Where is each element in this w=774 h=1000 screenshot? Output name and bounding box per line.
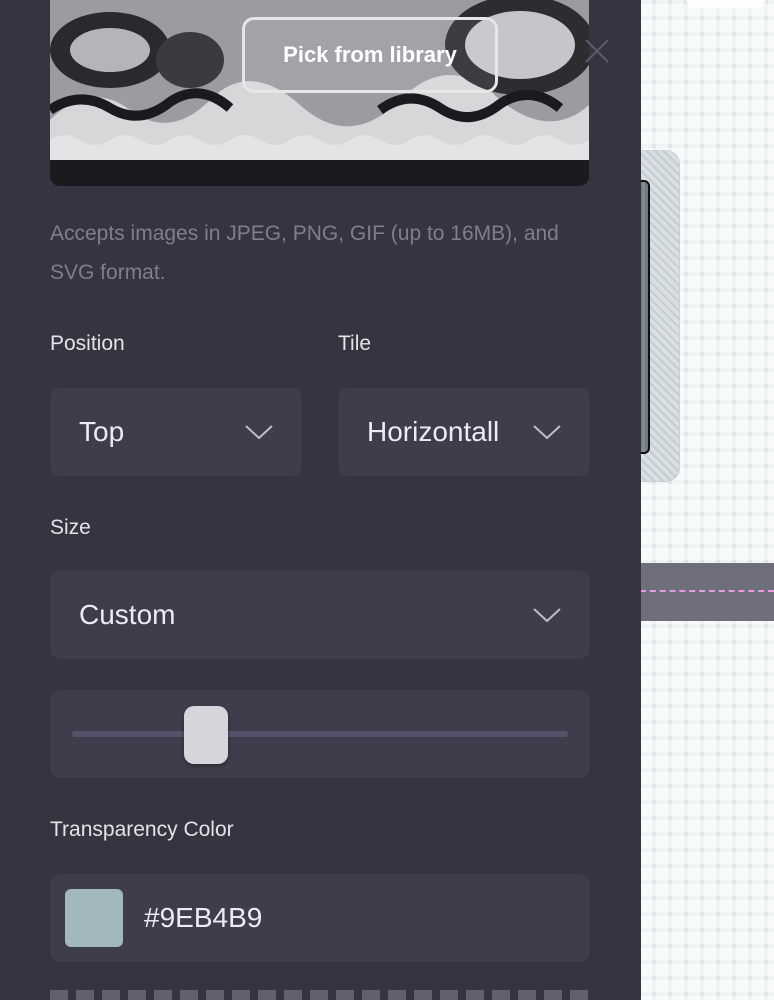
transparency-color-value[interactable]: #9EB4B9 [144, 874, 262, 962]
transparency-color-field[interactable]: #9EB4B9 [50, 874, 590, 962]
chevron-down-icon [533, 425, 561, 440]
tile-select-value: Horizontall [367, 416, 500, 447]
size-select-value: Custom [79, 599, 176, 630]
position-select-value: Top [79, 416, 125, 447]
transparency-color-label: Transparency Color [50, 818, 234, 841]
slider-thumb[interactable] [183, 706, 228, 764]
chevron-down-icon [533, 608, 561, 623]
chevron-down-icon [245, 425, 273, 440]
color-swatch[interactable] [65, 889, 123, 947]
pick-from-library-button[interactable]: Pick from library [242, 17, 498, 93]
background-dashed-line [640, 590, 774, 592]
image-preview: Pick from library [50, 0, 589, 186]
size-select[interactable]: Custom [50, 571, 590, 659]
background-lace-decoration [686, 0, 766, 8]
slider-track[interactable] [72, 731, 568, 737]
position-label: Position [50, 332, 125, 355]
size-slider[interactable] [50, 690, 590, 778]
size-label: Size [50, 516, 91, 539]
truncated-text-line [50, 990, 590, 1000]
tile-select[interactable]: Horizontall [338, 388, 590, 476]
file-format-help-text: Accepts images in JPEG, PNG, GIF (up to … [50, 222, 559, 284]
background-settings-panel: Pick from library Accepts images in JPEG… [0, 0, 641, 1000]
position-select[interactable]: Top [50, 388, 302, 476]
tile-label: Tile [338, 332, 372, 355]
close-icon[interactable] [582, 36, 612, 66]
